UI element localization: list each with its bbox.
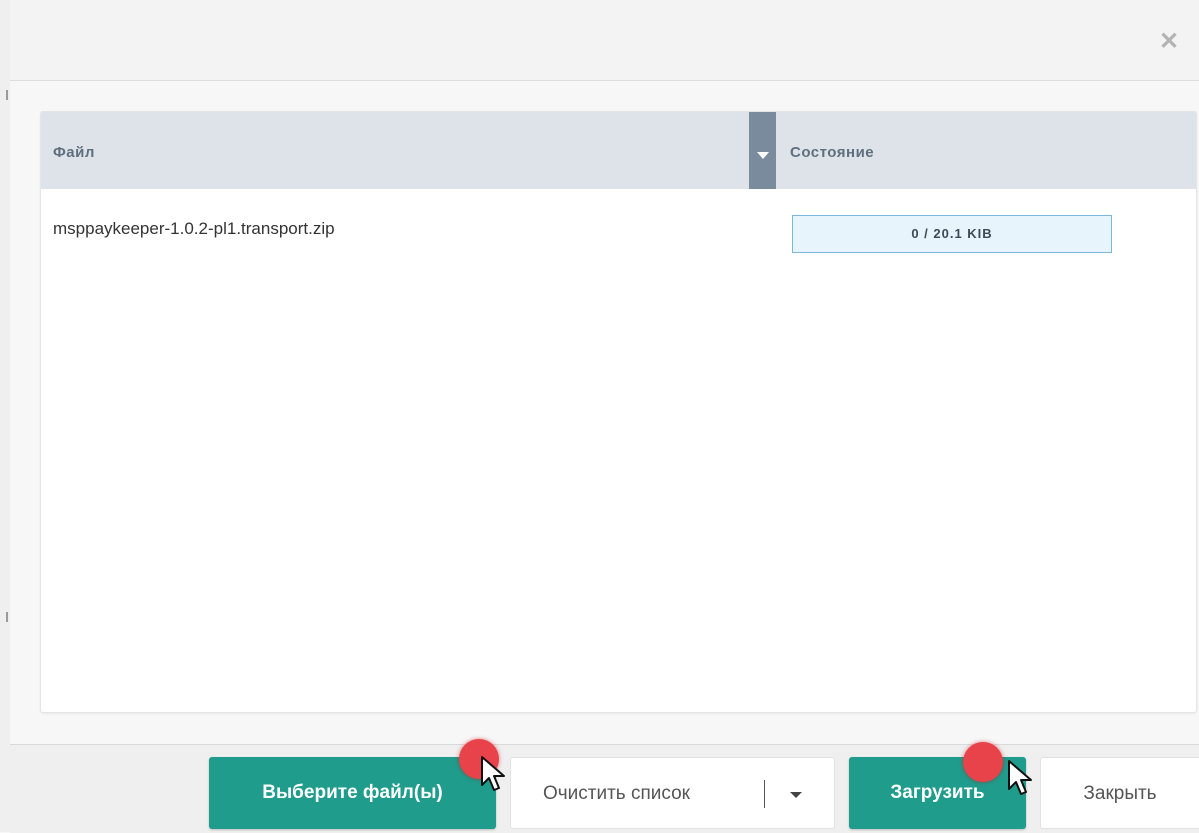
edge-marker bbox=[6, 612, 8, 622]
select-files-button[interactable]: Выберите файл(ы) bbox=[209, 757, 496, 829]
table-row[interactable]: msppaykeeper-1.0.2-pl1.transport.zip 0 /… bbox=[41, 189, 1196, 253]
click-marker bbox=[963, 742, 1003, 782]
file-name-cell: msppaykeeper-1.0.2-pl1.transport.zip bbox=[53, 219, 335, 238]
dialog-header: ✕ bbox=[10, 0, 1199, 81]
close-button[interactable]: Закрыть bbox=[1040, 757, 1199, 829]
clear-list-button-label: Очистить список bbox=[543, 783, 690, 804]
upload-file-grid: Файл Состояние msppaykeeper-1.0.2-pl1.tr… bbox=[40, 111, 1197, 713]
mouse-pointer-icon bbox=[481, 756, 505, 791]
column-menu-trigger[interactable] bbox=[749, 112, 776, 189]
grid-header: Файл Состояние bbox=[41, 112, 1196, 189]
edge-marker bbox=[6, 90, 8, 100]
dialog-footer: Выберите файл(ы) Очистить список Загрузи… bbox=[10, 739, 1199, 833]
dialog-body: Файл Состояние msppaykeeper-1.0.2-pl1.tr… bbox=[10, 81, 1199, 744]
upload-progress-bar: 0 / 20.1 KIB bbox=[792, 215, 1112, 253]
chevron-down-icon[interactable] bbox=[790, 792, 802, 798]
clear-list-split-button[interactable]: Очистить список bbox=[510, 757, 835, 829]
upload-dialog: ✕ Файл Состояние msppaykeeper-1.0.2-pl1.… bbox=[0, 0, 1199, 833]
column-menu-trigger-icon bbox=[757, 152, 769, 159]
column-header-state[interactable]: Состояние bbox=[776, 112, 1196, 189]
upload-progress-text: 0 / 20.1 KIB bbox=[911, 226, 993, 241]
close-icon[interactable]: ✕ bbox=[1157, 30, 1181, 54]
column-header-file-label: Файл bbox=[53, 144, 95, 161]
split-separator bbox=[764, 780, 765, 808]
column-header-file[interactable]: Файл bbox=[41, 112, 749, 189]
mouse-pointer-icon bbox=[1008, 760, 1032, 795]
column-header-state-label: Состояние bbox=[790, 144, 875, 161]
